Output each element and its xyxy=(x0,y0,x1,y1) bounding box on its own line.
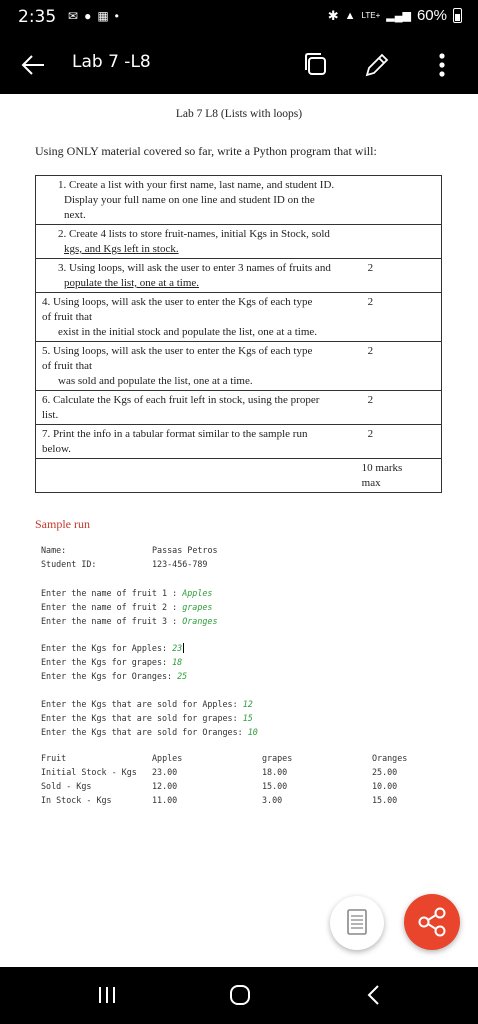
mute-icon: ▲ xyxy=(344,9,356,22)
name-label: Name: xyxy=(41,545,67,555)
reading-mode-button[interactable] xyxy=(330,896,384,950)
nav-back-icon[interactable] xyxy=(364,983,384,1007)
home-icon[interactable] xyxy=(228,983,252,1007)
table-row: Initial Stock - Kgs xyxy=(41,767,137,777)
sold-prompts: Enter the Kgs that are sold for Apples: … xyxy=(41,699,258,737)
network-type: LTE+ xyxy=(361,11,381,20)
share-icon xyxy=(418,907,446,937)
battery-icon xyxy=(453,8,462,23)
task-row: 1. Create a list with your first name, l… xyxy=(34,175,442,225)
task-row: 4. Using loops, will ask the user to ent… xyxy=(34,292,442,342)
bluetooth-icon: ✱ xyxy=(327,7,339,23)
status-time: 2:35 xyxy=(18,7,57,27)
table-row: Sold - Kgs xyxy=(41,781,92,791)
message-icon: ✉ xyxy=(68,9,79,23)
status-bar: 2:35 ✉ ● ▦ • ✱ ▲ LTE+ ▂▄▆ 60% xyxy=(0,0,478,36)
total-marks: 10 marks xyxy=(361,462,403,474)
table-row: In Stock - Kgs xyxy=(41,795,112,805)
signal-icon: ▂▄▆ xyxy=(386,10,411,22)
notification-icon: ● xyxy=(84,9,92,23)
task-row: 6. Calculate the Kgs of each fruit left … xyxy=(34,390,442,425)
share-button[interactable] xyxy=(404,894,460,950)
document-title: Lab 7 -L8 xyxy=(72,52,151,72)
task-row: 2. Create 4 lists to store fruit-names, … xyxy=(34,224,442,259)
battery-percent: 60% xyxy=(416,7,447,24)
fruit-prompts: Enter the name of fruit 1 : Apples Enter… xyxy=(41,588,218,626)
task-row: 7. Print the info in a tabular format si… xyxy=(34,424,442,459)
more-options-icon[interactable] xyxy=(432,50,452,80)
id-value: 123-456-789 xyxy=(152,559,208,569)
name-value: Passas Petros xyxy=(152,545,218,555)
document-view-icon xyxy=(347,909,367,935)
document-page: Lab 7 L8 (Lists with loops) Using ONLY m… xyxy=(0,94,478,967)
app-icon: ▦ xyxy=(97,9,109,23)
status-right: ✱ ▲ LTE+ ▂▄▆ 60% xyxy=(328,7,462,24)
recent-apps-icon[interactable] xyxy=(96,985,118,1005)
dot-icon: • xyxy=(114,9,119,23)
total-marks-row: 10 marks max xyxy=(34,458,442,493)
intro-text: Using ONLY material covered so far, writ… xyxy=(35,144,377,158)
table-header: Fruit xyxy=(41,753,67,763)
sample-run-heading: Sample run xyxy=(35,517,90,531)
task-table: 1. Create a list with your first name, l… xyxy=(34,175,442,493)
kgs-prompts: Enter the Kgs for Apples: 23​ Enter the … xyxy=(41,643,188,681)
notification-icons: ✉ ● ▦ • xyxy=(68,9,119,23)
system-nav-bar xyxy=(0,967,478,1024)
app-bar: Lab 7 -L8 xyxy=(0,36,478,94)
id-label: Student ID: xyxy=(41,559,97,569)
back-arrow-icon[interactable] xyxy=(18,50,48,80)
copy-icon[interactable] xyxy=(302,50,330,80)
lab-title: Lab 7 L8 (Lists with loops) xyxy=(175,108,303,120)
task-row: 5. Using loops, will ask the user to ent… xyxy=(34,341,442,391)
edit-pencil-icon[interactable] xyxy=(362,50,390,80)
task-row: 3. Using loops, will ask the user to ent… xyxy=(34,258,442,293)
text-cursor: ​ xyxy=(183,643,185,653)
